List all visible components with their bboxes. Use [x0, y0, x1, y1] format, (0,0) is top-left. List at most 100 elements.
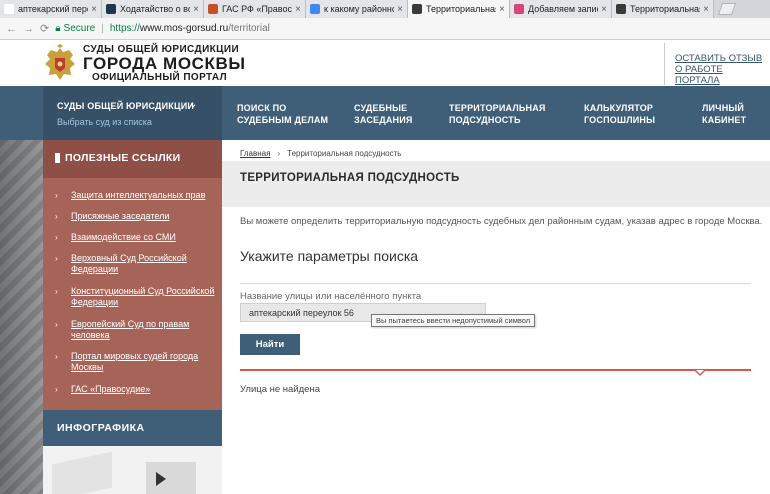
- arrow-right-icon: ›: [55, 287, 58, 296]
- chevron-right-icon: ›: [277, 149, 281, 158]
- result-message: Улица не найдена: [240, 384, 320, 395]
- sidebar-link[interactable]: › Присяжные заседатели: [55, 211, 215, 222]
- secure-label: Secure: [63, 23, 96, 34]
- sidebar-link[interactable]: › Верховный Суд Российской Федерации: [55, 253, 215, 275]
- sidebar-link[interactable]: › Портал мировых судей города Москвы: [55, 351, 215, 373]
- browser-tab[interactable]: аптекарский переул×: [0, 0, 102, 18]
- tab-favicon-icon: [208, 4, 218, 14]
- search-button[interactable]: Найти: [240, 334, 300, 355]
- intro-text: Вы можете определить территориальную под…: [240, 216, 763, 227]
- close-tab-icon[interactable]: ×: [601, 4, 607, 15]
- divider: [240, 283, 751, 284]
- nav-item-case-search[interactable]: ПОИСК ПО СУДЕБНЫМ ДЕЛАМ: [237, 102, 328, 126]
- brand-line-2: ГОРОДА МОСКВЫ: [83, 54, 246, 73]
- nav-item-fee-calculator[interactable]: КАЛЬКУЛЯТОР ГОСПОШЛИНЫ: [584, 102, 655, 126]
- url-host: www.mos-gorsud.ru: [139, 23, 229, 34]
- tab-title: Добавляем запись в: [528, 4, 598, 14]
- court-selector-subtitle: Выбрать суд из списка: [57, 117, 152, 127]
- background-overlay: [0, 140, 43, 494]
- sidebar-link-label: Портал мировых судей города Москвы: [71, 351, 199, 372]
- court-selector[interactable]: СУДЫ ОБЩЕЙ ЮРИСДИКЦИИ Выбрать суд из спи…: [43, 86, 222, 140]
- close-tab-icon[interactable]: ×: [499, 4, 505, 15]
- tab-favicon-icon: [310, 4, 320, 14]
- tab-title: аптекарский переул: [18, 4, 88, 14]
- nav-item-label: ТЕРРИТОРИАЛЬНАЯ: [449, 103, 546, 113]
- results-divider: [240, 369, 751, 371]
- sidebar-link[interactable]: › Защита интеллектуальных прав: [55, 190, 215, 201]
- title-bar: [222, 161, 770, 207]
- browser-tab-bar: аптекарский переул×Ходатайство о восст×Г…: [0, 0, 770, 18]
- sidebar-link[interactable]: › Конституционный Суд Российской Федераци…: [55, 286, 215, 308]
- tab-title: Ходатайство о восст: [120, 4, 190, 14]
- close-tab-icon[interactable]: ×: [703, 4, 709, 15]
- reload-icon[interactable]: ⟳: [40, 22, 49, 35]
- useful-links-heading: ПОЛЕЗНЫЕ ССЫЛКИ: [43, 140, 222, 178]
- sidebar-link-label: Взаимодействие со СМИ: [71, 232, 176, 242]
- breadcrumb-home-link[interactable]: Главная: [240, 149, 270, 158]
- tab-title: Территориальная по: [426, 4, 497, 14]
- sidebar-link-label: Защита интеллектуальных прав: [71, 190, 206, 200]
- nav-item-label: ЛИЧНЫЙ: [702, 103, 745, 113]
- close-tab-icon[interactable]: ×: [91, 4, 97, 15]
- nav-item-court-sessions[interactable]: СУДЕБНЫЕ ЗАСЕДАНИЯ: [354, 102, 413, 126]
- new-tab-button[interactable]: [717, 3, 737, 15]
- video-thumbnail[interactable]: [146, 462, 196, 494]
- nav-item-label: КАЛЬКУЛЯТОР: [584, 103, 654, 113]
- nav-item-account[interactable]: ЛИЧНЫЙ КАБИНЕТ: [702, 102, 746, 126]
- sidebar-link-label: Конституционный Суд Российской Федерации: [71, 286, 215, 307]
- arrow-right-icon: ›: [55, 254, 58, 263]
- arrow-right-icon: ›: [55, 212, 58, 221]
- main-nav: СУДЫ ОБЩЕЙ ЮРИСДИКЦИИ Выбрать суд из спи…: [0, 86, 770, 140]
- back-icon[interactable]: ←: [6, 23, 17, 35]
- play-icon[interactable]: [156, 472, 166, 486]
- tab-favicon-icon: [616, 4, 626, 14]
- nav-item-label: КАБИНЕТ: [702, 115, 747, 125]
- sidebar-link[interactable]: › Взаимодействие со СМИ: [55, 232, 215, 243]
- validation-tooltip: Вы пытаетесь ввести недопустимый символ: [371, 314, 536, 327]
- nav-item-label: ГОСПОШЛИНЫ: [584, 115, 656, 125]
- arrow-right-icon: ›: [55, 233, 58, 242]
- browser-tab[interactable]: Территориальная по×: [612, 0, 714, 18]
- street-field-label: Название улицы или населённого пункта: [240, 291, 422, 302]
- browser-tab[interactable]: Добавляем запись в×: [510, 0, 612, 18]
- arrow-right-icon: ›: [55, 385, 58, 394]
- useful-links-panel: ПОЛЕЗНЫЕ ССЫЛКИ › Защита интеллектуальных…: [43, 140, 222, 410]
- arrow-right-icon: ›: [55, 320, 58, 329]
- tab-favicon-icon: [4, 4, 14, 14]
- sidebar-link[interactable]: › Европейский Суд по правам человека: [55, 319, 215, 341]
- tab-title: Территориальная по: [630, 4, 701, 14]
- tab-favicon-icon: [514, 4, 524, 14]
- url-scheme: https://: [109, 23, 140, 34]
- brand-line-3: ОФИЦИАЛЬНЫЙ ПОРТАЛ: [92, 72, 228, 83]
- url-field[interactable]: 🔒︎ Secure | https://www.mos-gorsud.ru/te…: [55, 21, 766, 37]
- close-tab-icon[interactable]: ×: [295, 4, 301, 15]
- page-title: ТЕРРИТОРИАЛЬНАЯ ПОДСУДНОСТЬ: [240, 172, 460, 184]
- breadcrumb: Главная › Территориальная подсудность: [240, 149, 401, 158]
- site-header: СУДЫ ОБЩЕЙ ЮРИСДИКЦИИ ГОРОДА МОСКВЫ ОФИЦ…: [0, 41, 770, 86]
- nav-item-territorial[interactable]: ТЕРРИТОРИАЛЬНАЯ ПОДСУДНОСТЬ: [449, 102, 546, 126]
- arrow-right-icon: ›: [55, 352, 58, 361]
- tab-favicon-icon: [412, 4, 422, 14]
- sidebar-link[interactable]: › ГАС «Правосудие»: [55, 384, 215, 395]
- sidebar-link-label: Присяжные заседатели: [71, 211, 170, 221]
- url-separator: |: [101, 23, 104, 34]
- browser-tab[interactable]: ГАС РФ «Правосуди»×: [204, 0, 306, 18]
- nav-item-label: СУДЕБНЫЕ: [354, 103, 408, 113]
- divider-notch-inner: [696, 370, 704, 374]
- browser-tab[interactable]: Ходатайство о восст×: [102, 0, 204, 18]
- feedback-link[interactable]: ОСТАВИТЬ ОТЗЫВ О РАБОТЕ ПОРТАЛА: [664, 43, 770, 86]
- nav-item-label: ПОДСУДНОСТЬ: [449, 115, 521, 125]
- search-heading: Укажите параметры поиска: [240, 248, 419, 264]
- tab-title: к какому районному: [324, 4, 394, 14]
- browser-tab[interactable]: к какому районному×: [306, 0, 408, 18]
- close-tab-icon[interactable]: ×: [397, 4, 403, 15]
- forward-icon[interactable]: →: [23, 23, 34, 35]
- address-bar: ← → ⟳ 🔒︎ Secure | https://www.mos-gorsud…: [0, 18, 770, 40]
- browser-tab[interactable]: Территориальная по×: [408, 0, 510, 18]
- sidebar-link-label: ГАС «Правосудие»: [71, 384, 151, 394]
- sidebar-link-label: Верховный Суд Российской Федерации: [71, 253, 187, 274]
- breadcrumb-current: Территориальная подсудность: [287, 149, 402, 158]
- main-content: Главная › Территориальная подсудность ТЕРР…: [222, 140, 770, 494]
- close-tab-icon[interactable]: ×: [193, 4, 199, 15]
- coat-of-arms-icon[interactable]: [43, 44, 77, 82]
